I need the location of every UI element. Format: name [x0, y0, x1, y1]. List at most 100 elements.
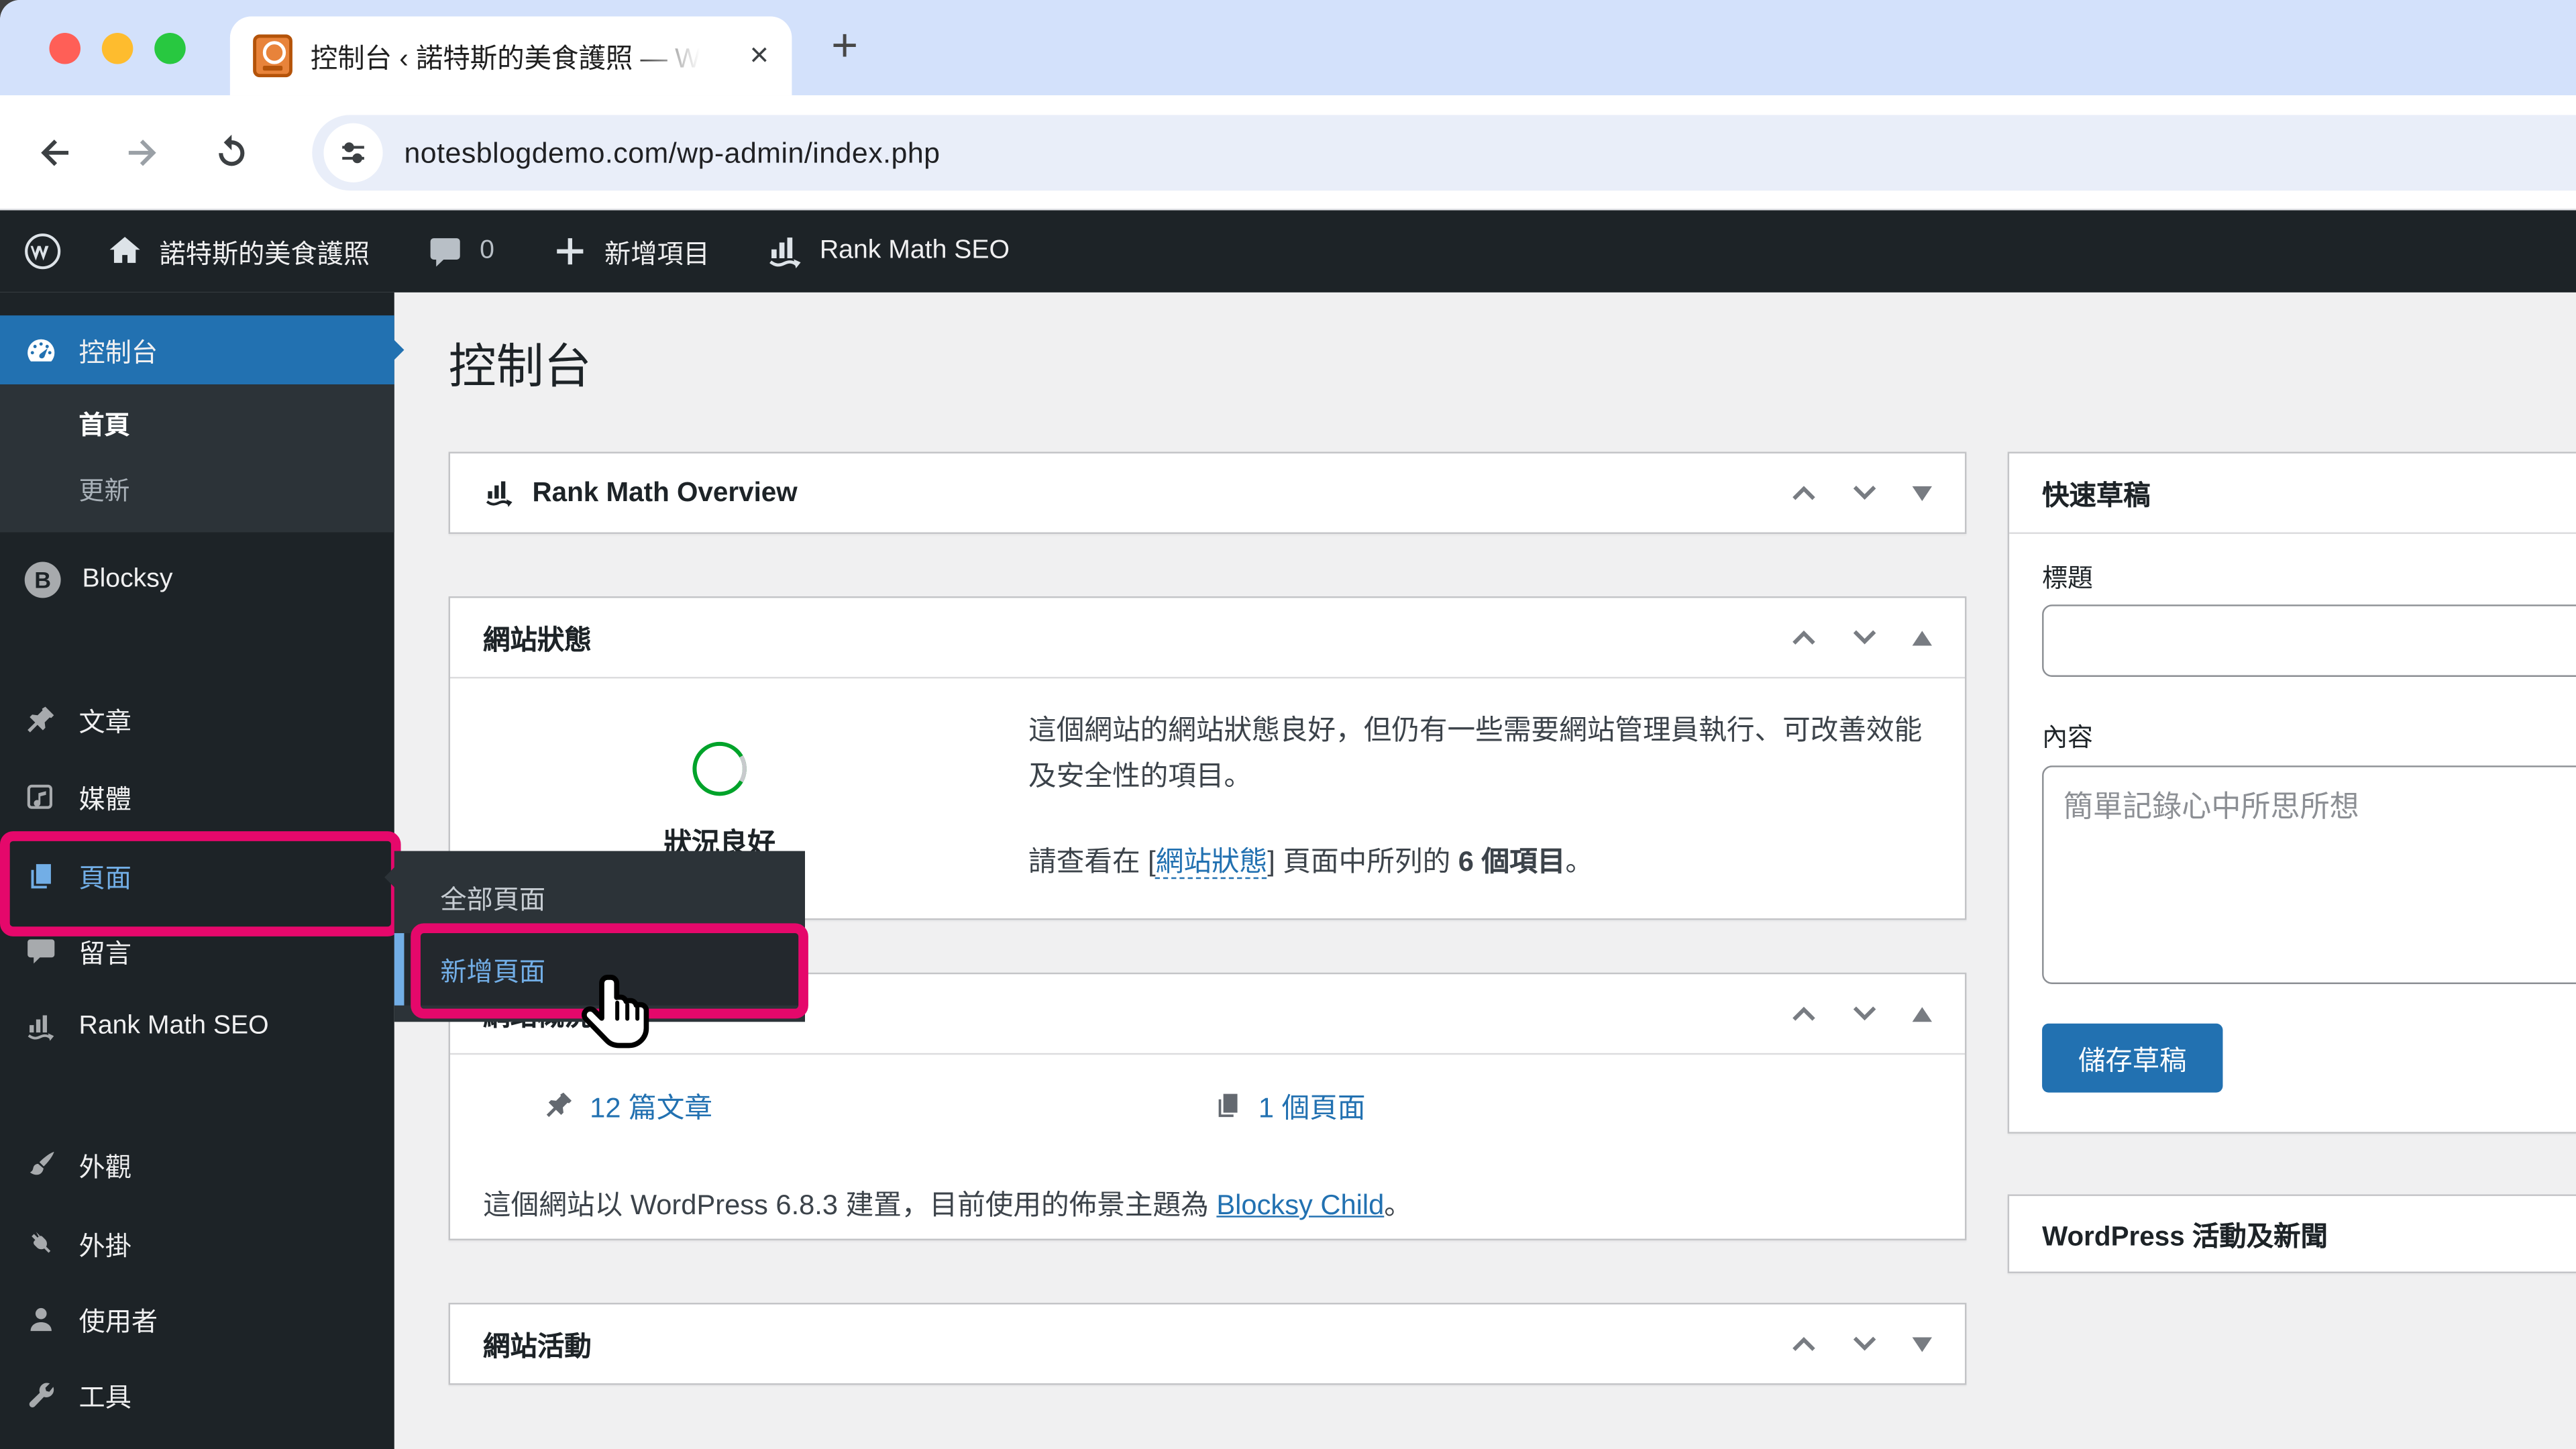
plug-icon — [25, 1227, 58, 1260]
panel-title: WordPress 活動及新聞 — [2042, 1214, 2328, 1254]
text: 。 — [1384, 1189, 1412, 1221]
posts-count-link[interactable]: 12 篇文章 — [544, 1084, 1213, 1125]
content-field-label: 內容 — [2042, 718, 2093, 754]
sidebar-subitem-updates[interactable]: 更新 — [0, 460, 394, 519]
flyout-item-all-pages[interactable]: 全部頁面 — [394, 864, 805, 930]
sidebar-item-appearance[interactable]: 外觀 — [0, 1127, 394, 1203]
screenshot-stage: 控制台 ‹ 諾特斯的美食護照 — W × + notesblogd — [0, 0, 2576, 1449]
sidebar-item-label: 媒體 — [79, 777, 131, 816]
adminbar-rankmath[interactable]: Rank Math SEO — [820, 237, 1010, 266]
browser-tab[interactable]: 控制台 ‹ 諾特斯的美食護照 — W × — [230, 16, 792, 95]
move-down-icon[interactable] — [1851, 1004, 1878, 1023]
browser-tab-strip: 控制台 ‹ 諾特斯的美食護照 — W × + — [0, 0, 2576, 95]
sidebar-item-label: 工具 — [79, 1375, 131, 1415]
wordpress-logo-icon[interactable] — [23, 231, 62, 271]
wordpress-version-text: 這個網站以 WordPress 6.8.3 建置，目前使用的佈景主題為 Bloc… — [450, 1126, 1965, 1222]
text: 請查看在 [ — [1028, 847, 1156, 878]
hand-cursor-icon — [575, 969, 667, 1061]
health-line2: 請查看在 [網站狀態] 頁面中所列的 6 個項目。 — [1028, 841, 1932, 887]
sidebar-subitem-home[interactable]: 首頁 — [0, 394, 394, 453]
sidebar-item-label: 外觀 — [79, 1145, 131, 1185]
panel-title: 網站狀態 — [483, 618, 592, 657]
site-health-link[interactable]: 網站狀態 — [1156, 847, 1268, 879]
minimize-window-button[interactable] — [102, 33, 133, 64]
collapse-toggle-icon[interactable] — [1913, 486, 1932, 500]
comment-icon — [25, 934, 58, 967]
brush-icon — [25, 1148, 58, 1181]
sidebar-item-blocksy[interactable]: B Blocksy — [0, 542, 394, 618]
new-tab-button[interactable]: + — [831, 19, 858, 72]
title-field-label: 標題 — [2042, 559, 2093, 595]
browser-toolbar: notesblogdemo.com/wp-admin/index.php — [0, 95, 2576, 210]
item-count: 6 個項目 — [1458, 847, 1566, 878]
posts-count-label[interactable]: 12 篇文章 — [590, 1084, 712, 1125]
home-icon[interactable] — [105, 231, 145, 271]
rank-math-icon — [25, 1010, 58, 1043]
sidebar-item-posts[interactable]: 文章 — [0, 682, 394, 757]
user-icon — [25, 1303, 58, 1336]
draft-content-textarea[interactable] — [2042, 765, 2576, 984]
adminbar-comment-count[interactable]: 0 — [480, 237, 494, 266]
panel-title: 網站活動 — [483, 1324, 592, 1364]
sidebar-item-rankmath[interactable]: Rank Math SEO — [0, 989, 394, 1065]
url-text: notesblogdemo.com/wp-admin/index.php — [404, 136, 940, 170]
save-draft-button[interactable]: 儲存草稿 — [2042, 1024, 2222, 1093]
adminbar-site-name[interactable]: 諾特斯的美食護照 — [160, 231, 370, 271]
sidebar-item-users[interactable]: 使用者 — [0, 1281, 394, 1357]
move-down-icon[interactable] — [1851, 628, 1878, 647]
panel-rankmath-overview: Rank Math Overview — [449, 451, 1967, 533]
pushpin-icon — [25, 703, 58, 736]
panel-activity: 網站活動 — [449, 1303, 1967, 1385]
pushpin-icon — [544, 1089, 576, 1121]
collapse-toggle-icon[interactable] — [1913, 630, 1932, 645]
move-up-icon[interactable] — [1790, 1334, 1817, 1354]
sidebar-item-dashboard[interactable]: 控制台 — [0, 315, 394, 384]
tab-title: 控制台 ‹ 諾特斯的美食護照 — W — [311, 36, 700, 76]
site-settings-chip[interactable] — [323, 123, 382, 182]
move-up-icon[interactable] — [1790, 483, 1817, 502]
sidebar-item-tools[interactable]: 工具 — [0, 1357, 394, 1433]
comments-icon[interactable] — [425, 231, 465, 271]
move-down-icon[interactable] — [1851, 1334, 1878, 1354]
panel-title: 快速草稿 — [2042, 473, 2151, 513]
window-controls — [49, 33, 185, 64]
sidebar-item-media[interactable]: 媒體 — [0, 759, 394, 835]
annotation-box-pages — [0, 831, 401, 936]
tab-close-icon[interactable]: × — [750, 40, 769, 72]
collapse-toggle-icon[interactable] — [1913, 1006, 1932, 1021]
forward-icon[interactable] — [121, 131, 164, 174]
move-up-icon[interactable] — [1790, 628, 1817, 647]
health-ring-icon — [688, 738, 751, 800]
move-up-icon[interactable] — [1790, 1004, 1817, 1023]
draft-title-input[interactable] — [2042, 604, 2576, 677]
sidebar-item-label: 使用者 — [79, 1299, 158, 1339]
pages-count-link[interactable]: 1 個頁面 — [1212, 1084, 1365, 1125]
panel-title: Rank Math Overview — [532, 477, 797, 508]
url-bar[interactable]: notesblogdemo.com/wp-admin/index.php — [312, 115, 2576, 191]
sidebar-item-plugins[interactable]: 外掛 — [0, 1206, 394, 1282]
rank-math-icon — [483, 476, 516, 509]
move-down-icon[interactable] — [1851, 483, 1878, 502]
theme-link[interactable]: Blocksy Child — [1216, 1189, 1384, 1221]
sidebar-item-label: Rank Math SEO — [79, 1012, 269, 1042]
plus-icon[interactable] — [550, 231, 590, 271]
adminbar-new-item[interactable]: 新增項目 — [604, 231, 710, 271]
zoom-window-button[interactable] — [154, 33, 186, 64]
wrench-icon — [25, 1379, 58, 1411]
back-icon[interactable] — [33, 131, 76, 174]
pages-count-label[interactable]: 1 個頁面 — [1258, 1084, 1366, 1125]
panel-quick-draft: 快速草稿 標題 內容 儲存草稿 — [2008, 451, 2576, 1133]
health-description: 這個網站的網站狀態良好，但仍有一些需要網站管理員執行、可改善效能及安全性的項目。… — [950, 698, 1932, 887]
dashboard-submenu: 首頁 更新 — [0, 384, 394, 532]
media-icon — [25, 780, 58, 813]
sidebar-item-label: 文章 — [79, 700, 131, 739]
text: 這個網站以 WordPress 6.8.3 建置，目前使用的佈景主題為 — [483, 1189, 1216, 1221]
panel-events-news: WordPress 活動及新聞 — [2008, 1194, 2576, 1273]
collapse-toggle-icon[interactable] — [1913, 1336, 1932, 1351]
rank-math-icon[interactable] — [765, 231, 805, 271]
site-favicon-icon — [253, 34, 292, 77]
sidebar-item-label: Blocksy — [82, 565, 172, 594]
reload-icon[interactable] — [210, 131, 253, 174]
close-window-button[interactable] — [49, 33, 80, 64]
wp-admin-bar: 諾特斯的美食護照 0 新增項目 Rank Math SEO — [0, 210, 2576, 292]
